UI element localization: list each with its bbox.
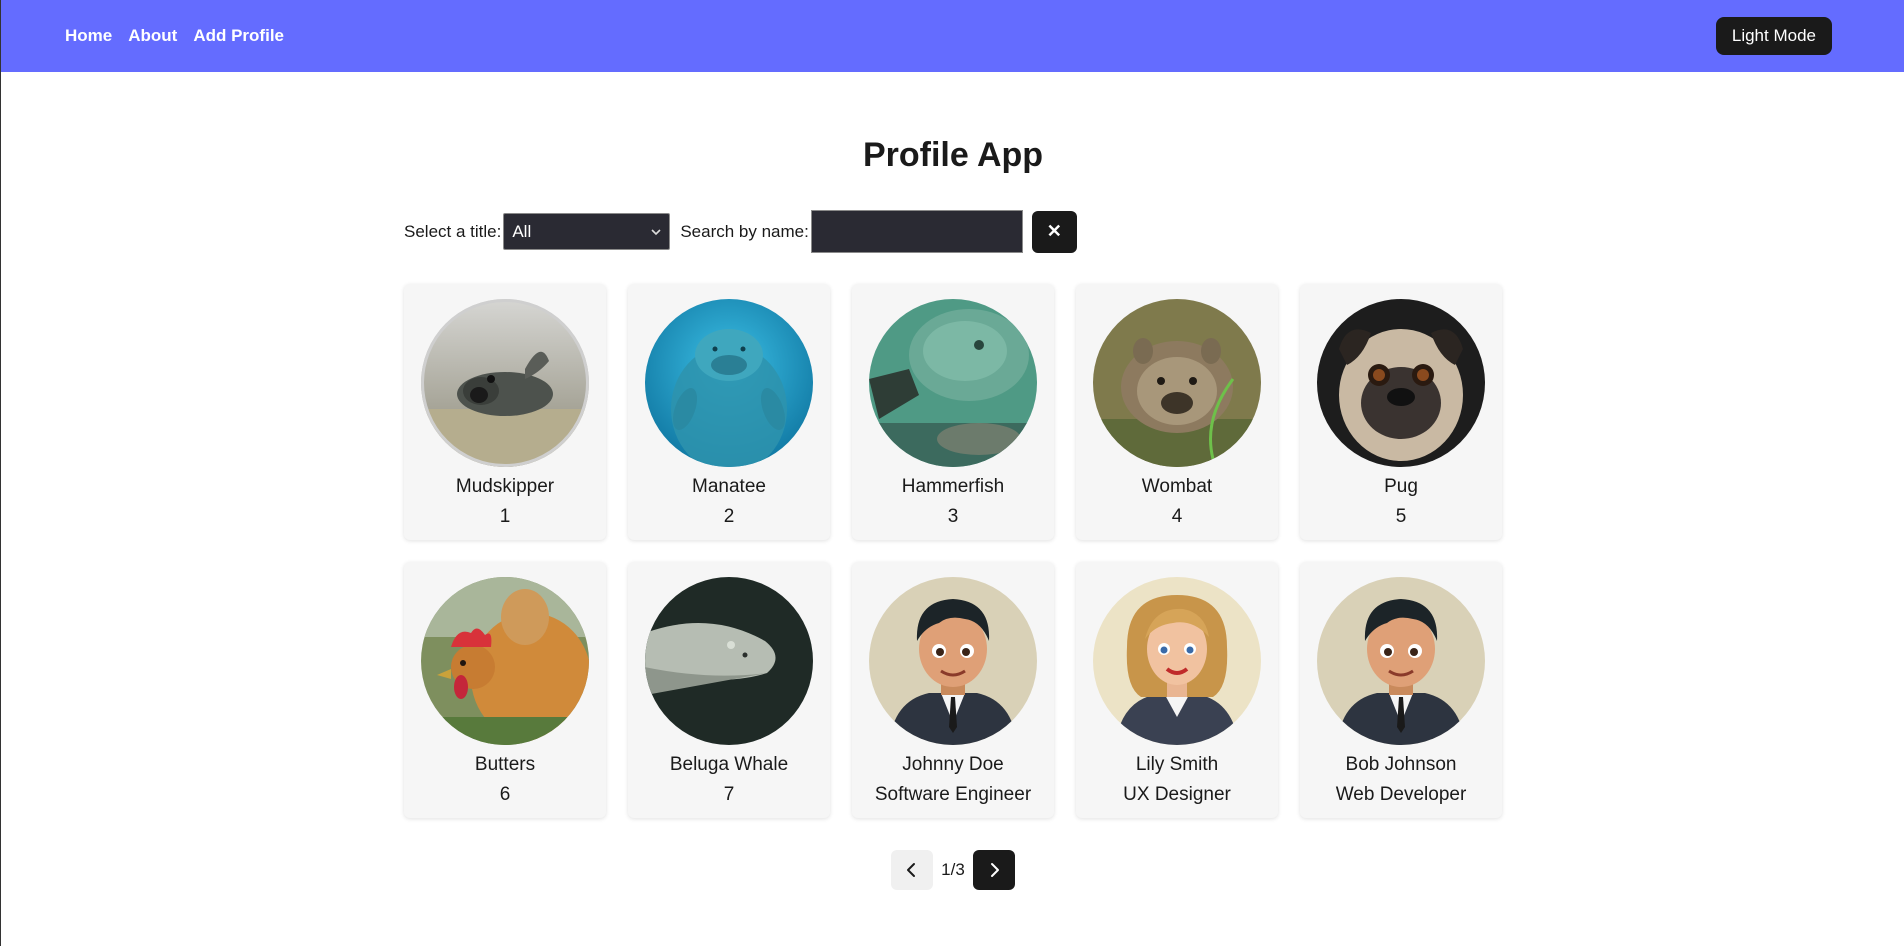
profile-subtitle: UX Designer (1123, 784, 1231, 805)
profile-photo (645, 299, 813, 467)
profile-subtitle: 2 (723, 506, 735, 527)
profile-subtitle: 7 (723, 784, 735, 805)
profile-card[interactable]: Hammerfish 3 (852, 284, 1054, 540)
profile-subtitle: 3 (947, 506, 959, 527)
close-icon: ✕ (1046, 221, 1062, 241)
profile-photo (1093, 299, 1261, 467)
profile-card[interactable]: Wombat 4 (1076, 284, 1278, 540)
profile-name: Hammerfish (901, 476, 1005, 497)
nav-links: Home About Add Profile (65, 26, 284, 46)
next-page-button[interactable] (972, 850, 1015, 890)
chevron-down-icon (651, 228, 661, 235)
profile-name: Pug (1384, 476, 1418, 497)
title-select-value: All (512, 221, 532, 241)
profile-card[interactable]: Butters 6 (404, 562, 606, 818)
profile-subtitle: 6 (499, 784, 511, 805)
profile-name: Manatee (692, 476, 766, 497)
pagination: 1/3 (891, 850, 1015, 890)
profile-card[interactable]: Lily Smith UX Designer (1076, 562, 1278, 818)
profile-name: Wombat (1141, 476, 1213, 497)
profile-name: Lily Smith (1135, 754, 1219, 775)
filter-bar: Select a title: All Search by name: ✕ (404, 210, 1502, 253)
profile-photo (869, 577, 1037, 745)
profile-photo (869, 299, 1037, 467)
profile-subtitle: 1 (499, 506, 511, 527)
profile-photo (1317, 299, 1485, 467)
light-mode-button[interactable]: Light Mode (1715, 17, 1832, 55)
title-select[interactable]: All (503, 213, 671, 250)
nav-about-link[interactable]: About (128, 26, 177, 46)
chevron-left-icon (907, 863, 916, 877)
profile-name: Bob Johnson (1345, 754, 1457, 775)
profile-card[interactable]: Bob Johnson Web Developer (1300, 562, 1502, 818)
profile-card[interactable]: Beluga Whale 7 (628, 562, 830, 818)
page-title: Profile App (862, 136, 1044, 174)
profile-photo (1093, 577, 1261, 745)
search-label: Search by name: (680, 221, 809, 241)
previous-page-button[interactable] (891, 850, 934, 890)
profile-photo (421, 577, 589, 745)
profile-card[interactable]: Pug 5 (1300, 284, 1502, 540)
page-indicator: 1/3 (941, 860, 965, 879)
title-filter-label: Select a title: (404, 221, 502, 241)
profile-subtitle: 5 (1395, 506, 1407, 527)
clear-search-button[interactable]: ✕ (1031, 210, 1077, 253)
profile-card[interactable]: Johnny Doe Software Engineer (852, 562, 1054, 818)
profile-subtitle: 4 (1171, 506, 1183, 527)
profile-name: Beluga Whale (669, 754, 789, 775)
search-input[interactable] (810, 210, 1023, 253)
main-content: Profile App Select a title: All Search b… (1, 72, 1904, 890)
profile-grid: Mudskipper 1 Manatee 2 Hammerfish 3 Wombat 4 (404, 284, 1502, 818)
profile-subtitle: Web Developer (1335, 784, 1467, 805)
profile-name: Mudskipper (455, 476, 555, 497)
profile-photo (1317, 577, 1485, 745)
profile-photo (645, 577, 813, 745)
chevron-right-icon (990, 863, 999, 877)
profile-name: Butters (474, 754, 536, 775)
profile-subtitle: Software Engineer (874, 784, 1032, 805)
nav-add-profile-link[interactable]: Add Profile (193, 26, 284, 46)
profile-name: Johnny Doe (902, 754, 1004, 775)
profile-photo (421, 299, 589, 467)
profile-card[interactable]: Manatee 2 (628, 284, 830, 540)
profile-card[interactable]: Mudskipper 1 (404, 284, 606, 540)
navbar: Home About Add Profile Light Mode (1, 0, 1904, 72)
nav-home-link[interactable]: Home (65, 26, 112, 46)
